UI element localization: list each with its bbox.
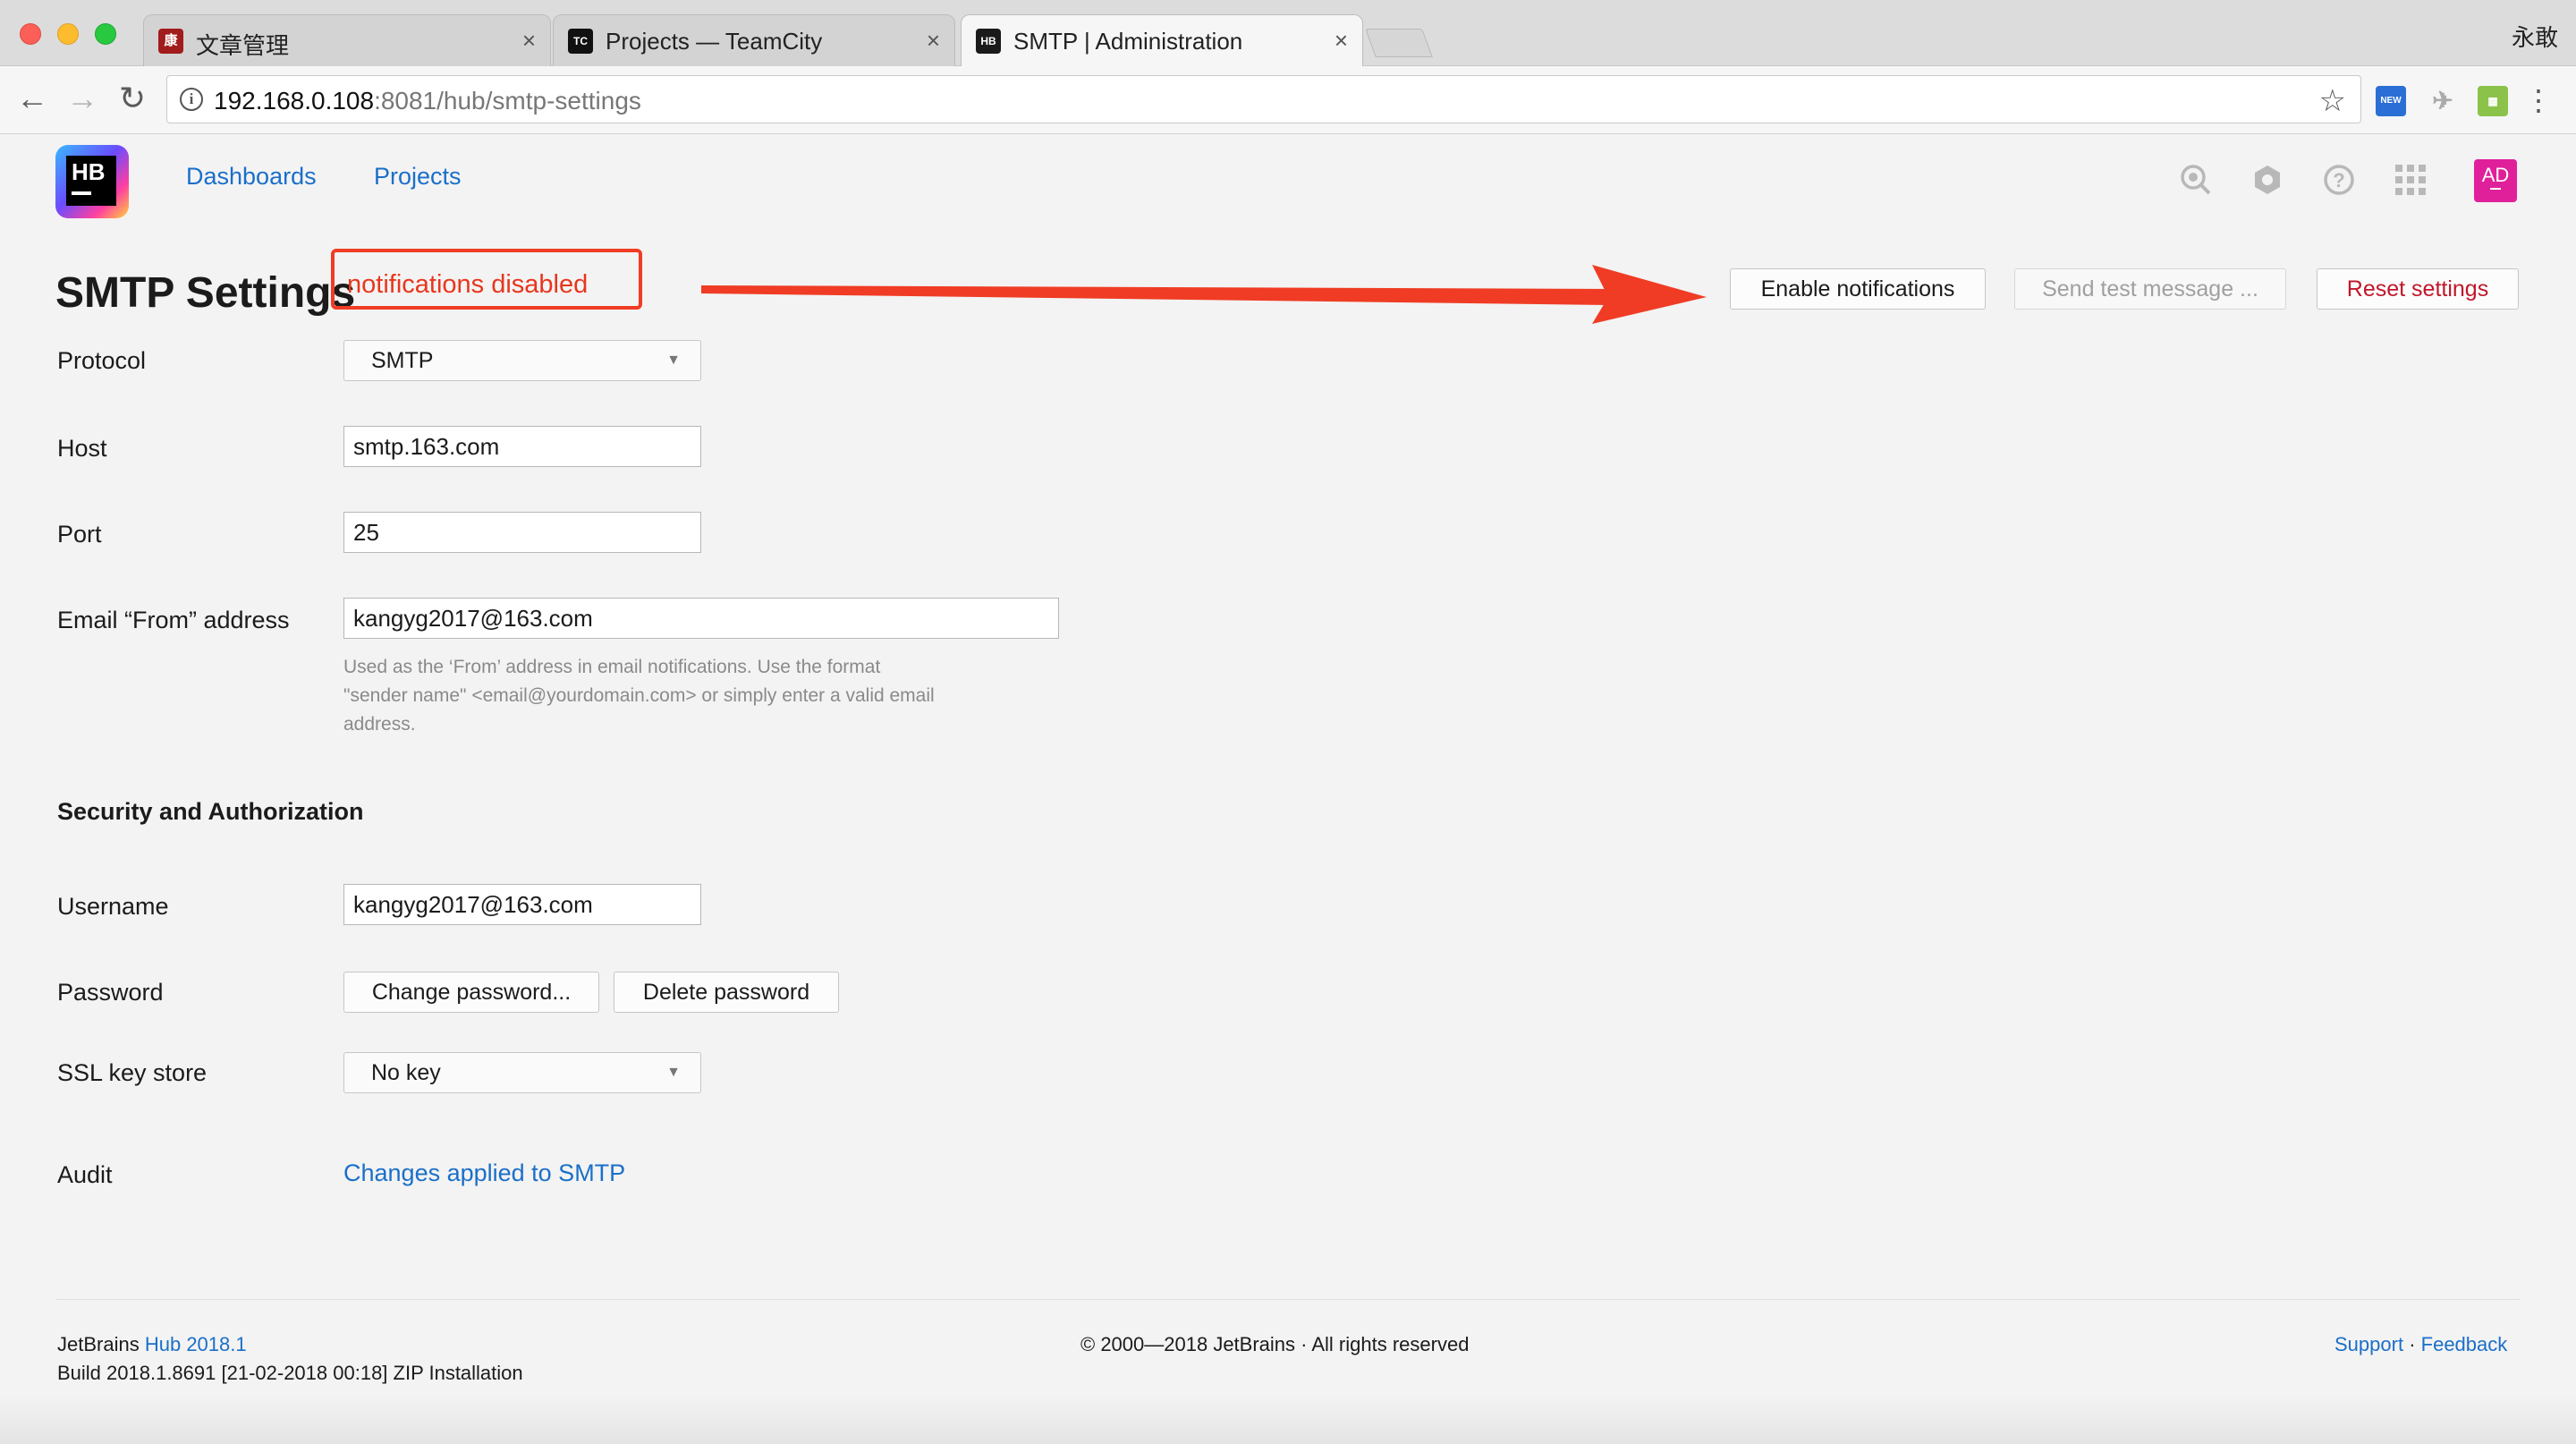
host-label: Host <box>57 435 107 462</box>
translate-extension-icon[interactable]: ▦ <box>2478 86 2508 116</box>
browser-tab-teamcity[interactable]: TC Projects — TeamCity × <box>553 14 955 66</box>
footer-separator: · <box>2409 1333 2416 1355</box>
security-section-title: Security and Authorization <box>57 798 364 825</box>
footer-feedback-link[interactable]: Feedback <box>2421 1333 2508 1355</box>
from-address-input[interactable]: kangyg2017@163.com <box>343 598 1059 639</box>
protocol-select[interactable]: SMTP ▼ <box>343 340 701 381</box>
from-address-hint: Used as the ‘From’ address in email noti… <box>343 653 1041 739</box>
username-label: Username <box>57 893 169 920</box>
hint-line: "sender name" <email@yourdomain.com> or … <box>343 685 935 706</box>
tab-close-icon[interactable]: × <box>522 28 536 53</box>
info-icon[interactable]: i <box>180 88 203 111</box>
kang-favicon-icon: 康 <box>158 29 183 54</box>
footer-copyright: © 2000—2018 JetBrains · All rights reser… <box>1080 1333 1470 1355</box>
menu-dots-icon[interactable]: ⋮ <box>2524 82 2553 118</box>
nav-dashboards-link[interactable]: Dashboards <box>186 163 317 191</box>
footer-divider <box>55 1299 2521 1300</box>
address-bar[interactable]: i 192.168.0.108:8081/hub/smtp-settings ☆ <box>166 75 2361 123</box>
footer-product-link[interactable]: Hub 2018.1 <box>145 1333 247 1355</box>
url-host: 192.168.0.108 <box>214 87 375 115</box>
footer-brand: JetBrains <box>57 1333 140 1355</box>
hub-logo-text: HB <box>72 158 106 185</box>
svg-text:?: ? <box>2333 169 2344 191</box>
tab-title: Projects — TeamCity <box>606 28 823 55</box>
footer-product: JetBrains Hub 2018.1 <box>57 1333 247 1356</box>
port-label: Port <box>57 521 102 548</box>
window-bottom-edge <box>0 1396 2576 1444</box>
username-input[interactable]: kangyg2017@163.com <box>343 884 701 925</box>
enable-notifications-button[interactable]: Enable notifications <box>1730 268 1986 310</box>
send-test-message-button[interactable]: Send test message ... <box>2014 268 2286 310</box>
dropdown-caret-icon: ▼ <box>666 1065 681 1080</box>
apps-grid-icon[interactable] <box>2394 163 2428 197</box>
audit-label: Audit <box>57 1161 113 1188</box>
forward-arrow-icon[interactable]: → <box>63 79 102 118</box>
delete-password-button[interactable]: Delete password <box>614 972 839 1013</box>
tab-title: 文章管理 <box>196 32 290 59</box>
from-address-label: Email “From” address <box>57 607 290 633</box>
hub-logo-mark: HB <box>66 156 116 206</box>
search-icon[interactable] <box>2179 163 2213 197</box>
hub-favicon-icon: HB <box>976 29 1001 54</box>
browser-tab-article-admin[interactable]: 康 文章管理 × <box>143 14 551 66</box>
port-input[interactable]: 25 <box>343 512 701 553</box>
page-title: SMTP Settings <box>55 269 356 317</box>
password-label: Password <box>57 979 164 1006</box>
back-arrow-icon[interactable]: ← <box>13 79 52 118</box>
reload-icon[interactable]: ↻ <box>113 79 152 118</box>
dropdown-caret-icon: ▼ <box>666 353 681 368</box>
send-extension-icon[interactable]: ✈ <box>2428 86 2458 116</box>
protocol-label: Protocol <box>57 347 147 374</box>
url-path: :8081/hub/smtp-settings <box>374 87 641 115</box>
annotation-text: notifications disabled <box>347 270 589 299</box>
footer-links: Support · Feedback <box>2334 1333 2507 1356</box>
settings-icon[interactable] <box>2250 163 2284 197</box>
nav-projects-link[interactable]: Projects <box>374 163 462 191</box>
tab-close-icon[interactable]: × <box>927 28 940 53</box>
url-text: 192.168.0.108:8081/hub/smtp-settings <box>214 87 641 115</box>
protocol-value: SMTP <box>371 348 434 373</box>
host-input[interactable]: smtp.163.com <box>343 426 701 467</box>
browser-toolbar: ← → ↻ i 192.168.0.108:8081/hub/smtp-sett… <box>0 66 2576 134</box>
browser-tab-smtp-admin[interactable]: HB SMTP | Administration × <box>961 14 1363 67</box>
window-close-button[interactable] <box>20 23 41 45</box>
audit-changes-link[interactable]: Changes applied to SMTP <box>343 1159 625 1187</box>
new-tab-button[interactable] <box>1365 29 1433 57</box>
tab-title: SMTP | Administration <box>1013 28 1243 55</box>
teamcity-favicon-icon: TC <box>568 29 593 54</box>
reset-settings-button[interactable]: Reset settings <box>2317 268 2519 310</box>
tab-close-icon[interactable]: × <box>1335 28 1348 53</box>
change-password-button[interactable]: Change password... <box>343 972 599 1013</box>
footer-build: Build 2018.1.8691 [21-02-2018 00:18] ZIP… <box>57 1362 523 1384</box>
window-zoom-button[interactable] <box>95 23 116 45</box>
browser-tab-bar: 康 文章管理 × TC Projects — TeamCity × HB SMT… <box>0 0 2576 67</box>
hint-line: address. <box>343 714 416 735</box>
avatar-initials: AD <box>2481 164 2510 186</box>
user-avatar[interactable]: AD <box>2474 159 2517 202</box>
hub-logo[interactable]: HB <box>55 145 129 218</box>
star-icon[interactable]: ☆ <box>2319 83 2346 119</box>
ssl-key-store-select[interactable]: No key ▼ <box>343 1052 701 1093</box>
ssl-key-store-value: No key <box>371 1060 441 1085</box>
annotation-arrow-icon <box>701 265 1707 324</box>
help-icon[interactable]: ? <box>2322 163 2356 197</box>
browser-profile-name[interactable]: 永敢 <box>2512 20 2558 53</box>
footer-support-link[interactable]: Support <box>2334 1333 2403 1355</box>
ssl-key-store-label: SSL key store <box>57 1059 208 1086</box>
hint-line: Used as the ‘From’ address in email noti… <box>343 657 881 677</box>
window-minimize-button[interactable] <box>57 23 79 45</box>
news-extension-icon[interactable]: NEW <box>2376 86 2406 116</box>
